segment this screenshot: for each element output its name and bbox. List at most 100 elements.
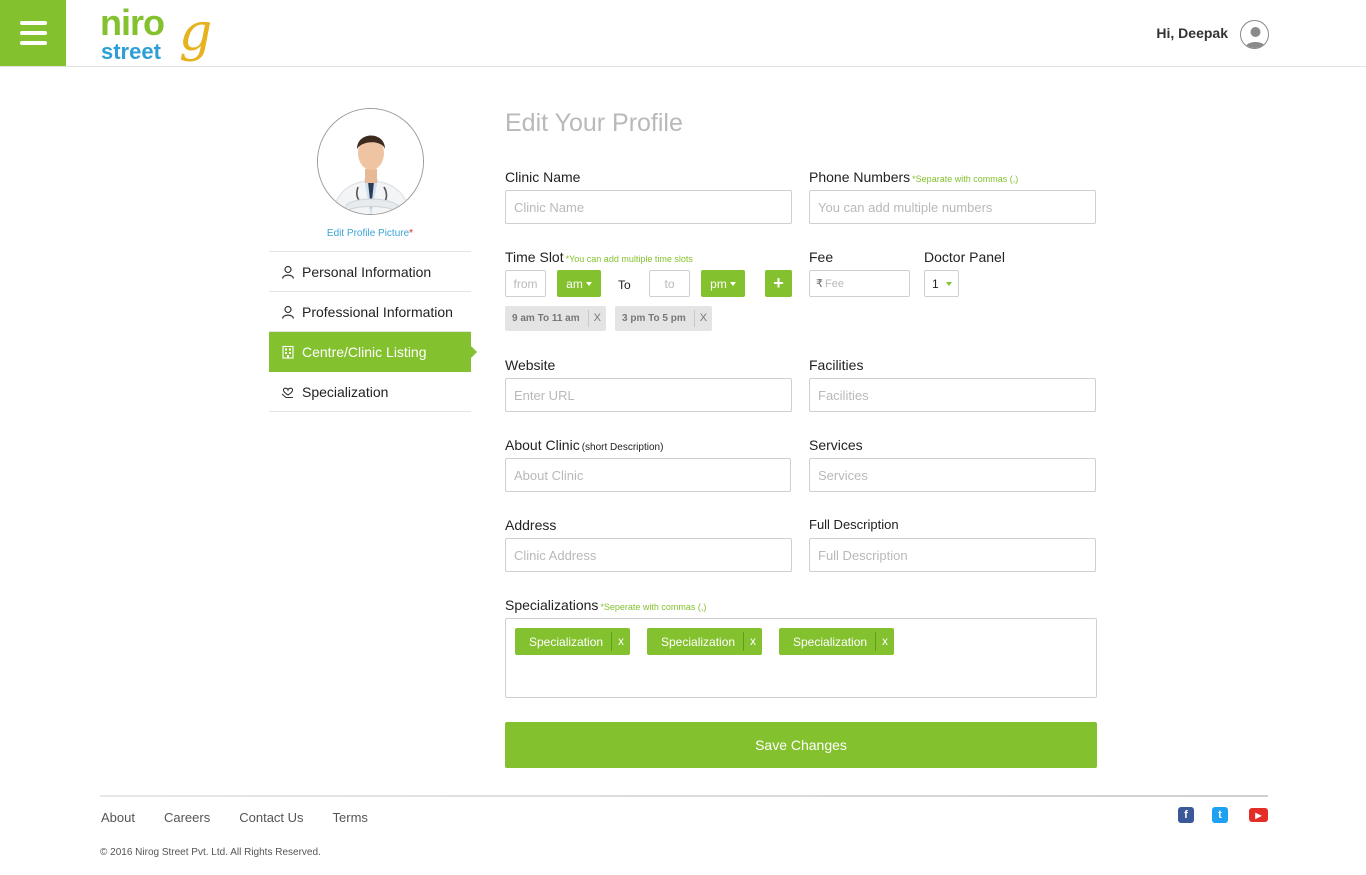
specialization-chip: Specialization x <box>515 628 631 655</box>
address-label-text: Address <box>505 517 557 533</box>
footer-link-careers[interactable]: Careers <box>164 810 210 825</box>
twitter-glyph: t <box>1218 809 1222 821</box>
edit-profile-picture-link[interactable]: Edit Profile Picture* <box>269 228 471 239</box>
user-icon <box>281 305 295 319</box>
services-input[interactable] <box>809 458 1096 492</box>
plus-icon: + <box>773 273 784 293</box>
logo-mark-g: g <box>179 3 213 63</box>
website-label: Website <box>505 357 555 373</box>
copyright-text: © 2016 Nirog Street Pvt. Ltd. All Rights… <box>100 847 321 858</box>
website-input[interactable] <box>505 378 792 412</box>
phone-numbers-label: Phone Numbers *Separate with commas (,) <box>809 169 1018 185</box>
doctor-panel-label-text: Doctor Panel <box>924 249 1005 265</box>
sidebar-item-personal-information[interactable]: Personal Information <box>269 252 471 292</box>
facilities-label-text: Facilities <box>809 357 864 373</box>
youtube-glyph: ▶ <box>1255 810 1262 820</box>
time-slot-label: Time Slot *You can add multiple time slot… <box>505 249 693 265</box>
save-changes-button[interactable]: Save Changes <box>505 722 1097 768</box>
time-to-text: To <box>618 278 631 292</box>
clinic-name-label: Clinic Name <box>505 169 580 185</box>
address-input[interactable] <box>505 538 792 572</box>
full-description-label: Full Description <box>809 517 899 532</box>
about-clinic-label: About Clinic (short Description) <box>505 437 663 453</box>
sidebar-item-label: Specialization <box>302 383 389 400</box>
sidebar-item-label: Personal Information <box>302 263 432 280</box>
chevron-down-icon <box>729 281 736 286</box>
clinic-name-input[interactable] <box>505 190 792 224</box>
fee-input[interactable] <box>825 277 905 290</box>
user-icon <box>281 265 295 279</box>
specializations-note: *Seperate with commas (,) <box>600 602 707 612</box>
facebook-glyph: f <box>1184 809 1188 821</box>
twitter-icon[interactable]: t <box>1212 807 1228 823</box>
remove-time-slot-button[interactable]: X <box>587 310 606 327</box>
to-meridiem-dropdown[interactable]: pm <box>701 270 745 297</box>
from-meridiem-dropdown[interactable]: am <box>557 270 601 297</box>
about-clinic-note: (short Description) <box>581 442 664 453</box>
about-clinic-label-text: About Clinic <box>505 437 580 453</box>
time-to-input[interactable] <box>649 270 690 297</box>
profile-picture <box>317 108 424 215</box>
specialization-chip-text: Specialization <box>793 634 868 649</box>
website-label-text: Website <box>505 357 556 373</box>
phone-numbers-note: *Separate with commas (,) <box>912 174 1019 184</box>
facilities-input[interactable] <box>809 378 1096 412</box>
sidebar-item-label: Professional Information <box>302 303 453 320</box>
required-star: * <box>409 228 414 239</box>
clinic-building-icon <box>281 345 295 359</box>
facilities-label: Facilities <box>809 357 863 373</box>
address-label: Address <box>505 517 556 533</box>
remove-specialization-button[interactable]: x <box>875 632 894 651</box>
fee-label: Fee <box>809 249 833 265</box>
specialization-chip: Specialization x <box>647 628 763 655</box>
footer-links: About Careers Contact Us Terms <box>101 810 397 825</box>
specializations-label-text: Specializations <box>505 597 599 613</box>
sidebar-item-centre-clinic-listing[interactable]: Centre/Clinic Listing <box>269 332 477 372</box>
page-title: Edit Your Profile <box>505 109 683 137</box>
hamburger-menu-icon[interactable] <box>0 0 66 66</box>
sidebar-item-specialization[interactable]: Specialization <box>269 372 471 412</box>
youtube-icon[interactable]: ▶ <box>1249 808 1268 822</box>
edit-profile-picture-label: Edit Profile Picture <box>326 228 410 239</box>
to-meridiem-value: pm <box>710 276 727 291</box>
from-meridiem-value: am <box>566 276 583 291</box>
full-description-input[interactable] <box>809 538 1096 572</box>
doctor-panel-dropdown[interactable]: 1 <box>924 270 959 297</box>
remove-specialization-button[interactable]: x <box>611 632 630 651</box>
full-description-label-text: Full Description <box>809 517 899 532</box>
time-slot-chip-text: 3 pm To 5 pm <box>622 313 686 324</box>
services-label-text: Services <box>809 437 863 453</box>
nirog-street-logo[interactable]: niro street g <box>100 2 213 64</box>
sidebar-nav: Personal Information Professional Inform… <box>269 251 477 412</box>
facebook-icon[interactable]: f <box>1178 807 1194 823</box>
footer-divider <box>100 795 1268 797</box>
footer-link-terms[interactable]: Terms <box>333 810 368 825</box>
fee-label-text: Fee <box>809 249 834 265</box>
fee-field: ₹ <box>809 270 910 297</box>
doctor-panel-value: 1 <box>932 276 939 291</box>
user-avatar-icon[interactable] <box>1240 20 1269 49</box>
chevron-down-icon <box>585 281 592 286</box>
logo-word-niro: niro <box>100 2 165 43</box>
footer-link-about[interactable]: About <box>101 810 135 825</box>
phone-numbers-label-text: Phone Numbers <box>809 169 911 185</box>
rupee-icon: ₹ <box>816 278 823 290</box>
clinic-name-label-text: Clinic Name <box>505 169 581 185</box>
add-time-slot-button[interactable]: + <box>765 270 792 297</box>
sidebar-item-professional-information[interactable]: Professional Information <box>269 292 471 332</box>
time-slot-note: *You can add multiple time slots <box>565 254 693 264</box>
time-slot-chip-text: 9 am To 11 am <box>512 313 580 324</box>
specializations-label: Specializations *Seperate with commas (,) <box>505 597 706 613</box>
remove-specialization-button[interactable]: x <box>743 632 762 651</box>
time-from-input[interactable] <box>505 270 546 297</box>
phone-numbers-input[interactable] <box>809 190 1096 224</box>
about-clinic-input[interactable] <box>505 458 791 492</box>
time-slot-chip: 3 pm To 5 pm X <box>615 306 713 331</box>
specializations-input[interactable]: Specialization x Specialization x Specia… <box>505 618 1097 698</box>
logo-word-street: street <box>101 39 161 64</box>
top-header: niro street g Hi, Deepak <box>0 0 1366 67</box>
remove-time-slot-button[interactable]: X <box>693 310 712 327</box>
specialization-chip-text: Specialization <box>529 634 604 649</box>
footer-link-contact-us[interactable]: Contact Us <box>239 810 303 825</box>
user-greeting: Hi, Deepak <box>1156 25 1228 41</box>
